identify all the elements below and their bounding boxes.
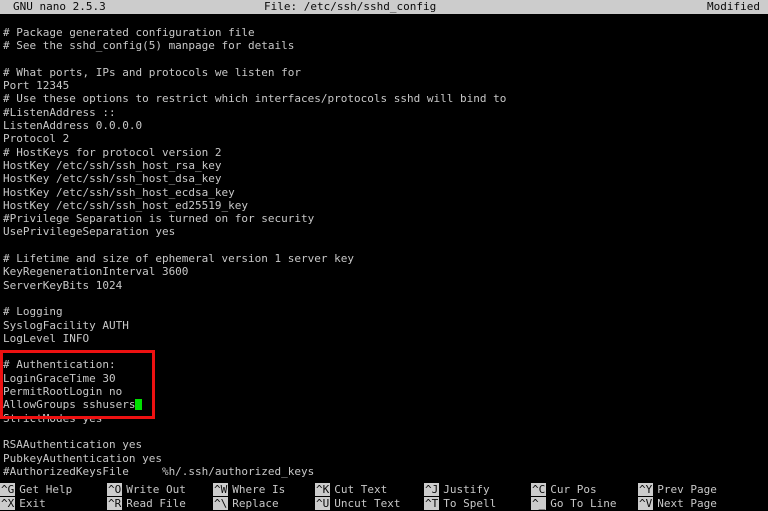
shortcut-item[interactable]: ^_ Go To Line: [531, 497, 616, 511]
nano-modified-status: Modified: [707, 0, 760, 13]
editor-line[interactable]: PubkeyAuthentication yes: [0, 452, 768, 465]
nano-filename-label: File: /etc/ssh/sshd_config: [264, 0, 437, 13]
text-cursor: [135, 399, 143, 411]
editor-line[interactable]: StrictModes yes: [0, 412, 768, 425]
shortcut-item[interactable]: ^\ Replace: [213, 497, 279, 511]
nano-shortcut-bar: ^G Get Help ^O Write Out ^W Where Is ^K Cut Tex…: [0, 483, 768, 511]
editor-line[interactable]: # HostKeys for protocol version 2: [0, 146, 768, 159]
shortcut-item[interactable]: ^G Get Help: [0, 483, 72, 497]
shortcut-key: ^W: [213, 483, 229, 496]
shortcut-key: ^_: [531, 497, 547, 510]
nano-version-label: GNU nano 2.5.3: [13, 0, 106, 13]
editor-line[interactable]: AllowGroups sshusers: [0, 398, 768, 411]
editor-line[interactable]: ListenAddress 0.0.0.0: [0, 119, 768, 132]
shortcut-row-secondary: ^X Exit ^R Read File ^\ Replace ^U Uncut Text ^T…: [0, 497, 768, 511]
editor-line[interactable]: # Use these options to restrict which in…: [0, 92, 768, 105]
shortcut-item[interactable]: ^K Cut Text: [315, 483, 387, 497]
editor-line[interactable]: [0, 425, 768, 438]
editor-line-text: AllowGroups sshusers: [3, 398, 136, 412]
shortcut-label: Get Help: [19, 483, 73, 496]
shortcut-item[interactable]: ^U Uncut Text: [315, 497, 400, 511]
shortcut-item[interactable]: ^J Justify: [424, 483, 490, 497]
shortcut-key: ^Y: [638, 483, 654, 496]
editor-line[interactable]: SyslogFacility AUTH: [0, 319, 768, 332]
shortcut-label: Justify: [443, 483, 490, 496]
editor-line[interactable]: HostKey /etc/ssh/ssh_host_ed25519_key: [0, 199, 768, 212]
editor-buffer[interactable]: # Package generated configuration file # …: [0, 26, 768, 478]
editor-line[interactable]: KeyRegenerationInterval 3600: [0, 265, 768, 278]
shortcut-label: Prev Page: [657, 483, 717, 496]
editor-line[interactable]: #ListenAddress ::: [0, 106, 768, 119]
shortcut-key: ^K: [315, 483, 331, 496]
editor-line[interactable]: # Package generated configuration file: [0, 26, 768, 39]
editor-line[interactable]: Port 12345: [0, 79, 768, 92]
shortcut-label: Next Page: [657, 497, 717, 510]
editor-line[interactable]: #Privilege Separation is turned on for s…: [0, 212, 768, 225]
editor-line[interactable]: #AuthorizedKeysFile %h/.ssh/authorized_k…: [0, 465, 768, 478]
editor-line[interactable]: HostKey /etc/ssh/ssh_host_ecdsa_key: [0, 186, 768, 199]
shortcut-row-primary: ^G Get Help ^O Write Out ^W Where Is ^K Cut Tex…: [0, 483, 768, 497]
shortcut-item[interactable]: ^W Where Is: [213, 483, 285, 497]
shortcut-label: Exit: [19, 497, 46, 510]
shortcut-key: ^U: [315, 497, 331, 510]
shortcut-key: ^T: [424, 497, 440, 510]
shortcut-key: ^V: [638, 497, 654, 510]
editor-line[interactable]: [0, 53, 768, 66]
shortcut-label: Go To Line: [550, 497, 617, 510]
shortcut-label: Cut Text: [334, 483, 388, 496]
shortcut-item[interactable]: ^O Write Out: [107, 483, 186, 497]
editor-line[interactable]: # Logging: [0, 305, 768, 318]
shortcut-key: ^O: [107, 483, 123, 496]
editor-line[interactable]: Protocol 2: [0, 132, 768, 145]
shortcut-item[interactable]: ^T To Spell: [424, 497, 496, 511]
editor-line[interactable]: PermitRootLogin no: [0, 385, 768, 398]
shortcut-key: ^R: [107, 497, 123, 510]
shortcut-item[interactable]: ^C Cur Pos: [531, 483, 597, 497]
editor-line[interactable]: ServerKeyBits 1024: [0, 279, 768, 292]
editor-line[interactable]: LoginGraceTime 30: [0, 372, 768, 385]
shortcut-label: Replace: [232, 497, 279, 510]
editor-line[interactable]: [0, 345, 768, 358]
editor-line[interactable]: # What ports, IPs and protocols we liste…: [0, 66, 768, 79]
editor-line[interactable]: LogLevel INFO: [0, 332, 768, 345]
editor-line[interactable]: [0, 292, 768, 305]
editor-line[interactable]: HostKey /etc/ssh/ssh_host_rsa_key: [0, 159, 768, 172]
shortcut-label: Where Is: [232, 483, 286, 496]
shortcut-key: ^G: [0, 483, 16, 496]
shortcut-key: ^\: [213, 497, 229, 510]
editor-line[interactable]: RSAAuthentication yes: [0, 438, 768, 451]
editor-line[interactable]: UsePrivilegeSeparation yes: [0, 225, 768, 238]
terminal-screen: GNU nano 2.5.3 File: /etc/ssh/sshd_confi…: [0, 0, 768, 511]
shortcut-label: Uncut Text: [334, 497, 401, 510]
shortcut-key: ^C: [531, 483, 547, 496]
shortcut-item[interactable]: ^R Read File: [107, 497, 186, 511]
shortcut-item[interactable]: ^X Exit: [0, 497, 46, 511]
editor-line[interactable]: # See the sshd_config(5) manpage for det…: [0, 39, 768, 52]
shortcut-label: Write Out: [126, 483, 186, 496]
editor-line[interactable]: # Lifetime and size of ephemeral version…: [0, 252, 768, 265]
shortcut-label: To Spell: [443, 497, 497, 510]
shortcut-item[interactable]: ^V Next Page: [638, 497, 717, 511]
shortcut-label: Read File: [126, 497, 186, 510]
shortcut-label: Cur Pos: [550, 483, 597, 496]
shortcut-key: ^X: [0, 497, 16, 510]
shortcut-key: ^J: [424, 483, 440, 496]
editor-line[interactable]: # Authentication:: [0, 358, 768, 371]
editor-line[interactable]: [0, 239, 768, 252]
nano-titlebar: GNU nano 2.5.3 File: /etc/ssh/sshd_confi…: [0, 0, 768, 14]
shortcut-item[interactable]: ^Y Prev Page: [638, 483, 717, 497]
editor-line[interactable]: HostKey /etc/ssh/ssh_host_dsa_key: [0, 172, 768, 185]
